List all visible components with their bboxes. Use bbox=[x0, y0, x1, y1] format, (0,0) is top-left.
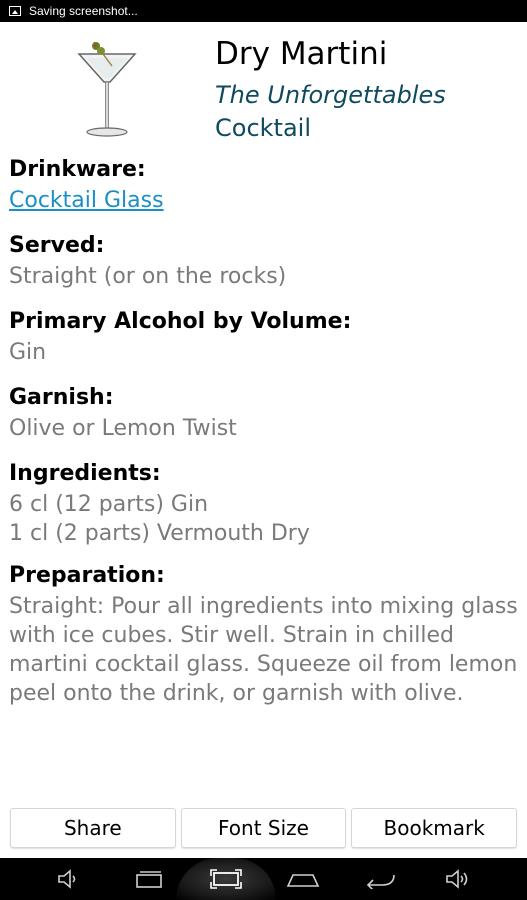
drink-category: Cocktail bbox=[215, 114, 311, 142]
garnish-value: Olive or Lemon Twist bbox=[9, 416, 237, 441]
home-icon[interactable] bbox=[283, 858, 323, 900]
martini-glass-image bbox=[77, 41, 137, 137]
volume-down-icon[interactable] bbox=[48, 858, 88, 900]
served-label: Served: bbox=[9, 233, 105, 258]
image-notification-icon bbox=[9, 6, 21, 16]
system-nav-bar bbox=[0, 858, 527, 900]
served-value: Straight (or on the rocks) bbox=[9, 264, 287, 289]
ingredient-item: 6 cl (12 parts) Gin bbox=[9, 492, 209, 517]
ingredients-label: Ingredients: bbox=[9, 461, 161, 486]
status-notification-text: Saving screenshot... bbox=[29, 4, 138, 18]
ingredients-list: 6 cl (12 parts) Gin 1 cl (2 parts) Vermo… bbox=[9, 490, 519, 548]
drink-details: Drinkware: Cocktail Glass Served: Straig… bbox=[9, 156, 519, 725]
action-bar: Share Font Size Bookmark bbox=[10, 808, 518, 848]
drink-collection: The Unforgettables bbox=[215, 81, 446, 109]
preparation-value: Straight: Pour all ingredients into mixi… bbox=[9, 594, 518, 706]
drinkware-label: Drinkware: bbox=[9, 157, 146, 182]
screenshot-icon[interactable] bbox=[206, 858, 246, 900]
bookmark-button[interactable]: Bookmark bbox=[351, 808, 518, 848]
drink-header: Dry Martini The Unforgettables Cocktail bbox=[0, 22, 527, 152]
preparation-label: Preparation: bbox=[9, 563, 165, 588]
alcohol-value: Gin bbox=[9, 340, 47, 365]
ingredient-item: 1 cl (2 parts) Vermouth Dry bbox=[9, 521, 310, 546]
back-icon[interactable] bbox=[361, 858, 401, 900]
font-size-button[interactable]: Font Size bbox=[180, 808, 347, 848]
drink-title: Dry Martini bbox=[215, 36, 388, 72]
garnish-label: Garnish: bbox=[9, 385, 114, 410]
volume-up-icon[interactable] bbox=[438, 858, 478, 900]
drinkware-link[interactable]: Cocktail Glass bbox=[9, 188, 164, 213]
alcohol-label: Primary Alcohol by Volume: bbox=[9, 309, 352, 334]
share-button[interactable]: Share bbox=[10, 808, 176, 848]
status-bar: Saving screenshot... bbox=[0, 0, 527, 22]
recent-apps-icon[interactable] bbox=[129, 858, 169, 900]
